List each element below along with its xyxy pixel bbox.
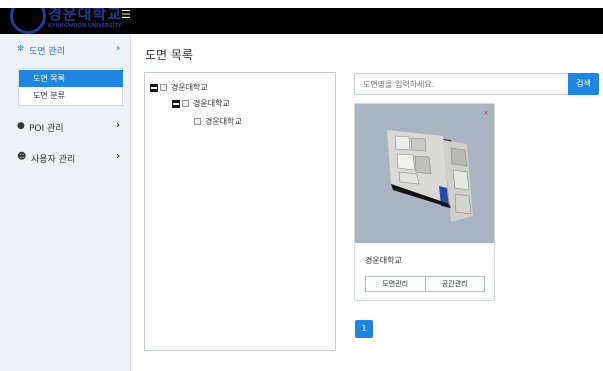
search-button[interactable]: 검색	[568, 73, 599, 95]
tree-node[interactable]: 경운대학교	[150, 82, 208, 93]
close-icon[interactable]: ×	[483, 109, 489, 117]
drawing-tree-panel: 경운대학교 경운대학교 경운대학교	[144, 72, 336, 351]
users-icon: ☻	[17, 152, 27, 162]
tree-checkbox[interactable]	[182, 100, 189, 107]
sidebar-item-drawing-management[interactable]: ⛯ 도면 관리 ›	[0, 40, 131, 60]
submenu-item-drawing-list[interactable]: 도면 목록	[19, 70, 123, 87]
search-input[interactable]	[355, 74, 568, 94]
chevron-right-icon: ›	[116, 43, 121, 54]
top-bar: 경운대학교 KYUNGWOON UNIVERSITY ☰	[0, 8, 603, 34]
page-title: 도면 목록	[145, 48, 193, 62]
collapse-icon[interactable]	[172, 99, 180, 108]
sidebar-submenu: 도면 목록 도면 분류	[18, 68, 123, 106]
university-logo[interactable]: 경운대학교 KYUNGWOON UNIVERSITY	[8, 8, 126, 34]
sidebar-item-label: 도면 관리	[29, 47, 65, 57]
collapse-icon[interactable]	[150, 83, 158, 92]
hamburger-icon[interactable]: ☰	[121, 8, 131, 21]
drawing-thumbnail[interactable]: ×	[355, 104, 494, 243]
pagination-page-button[interactable]: 1	[355, 320, 373, 338]
submenu-item-drawing-category[interactable]: 도면 분류	[19, 87, 123, 104]
tree-node-label: 경운대학교	[171, 83, 208, 92]
map-pins-icon: ⛯	[17, 44, 25, 54]
tree-checkbox[interactable]	[160, 84, 167, 91]
tree-node-label: 경운대학교	[205, 117, 242, 126]
drawing-card: × 경운대학교 도면관리 공간관리	[354, 103, 495, 301]
sidebar-item-user-management[interactable]: ☻ 사용자 관리 ›	[0, 148, 131, 168]
drawing-manage-button[interactable]: 도면관리	[365, 276, 426, 292]
logo-name: 경운대학교	[48, 8, 123, 23]
tree-node-label: 경운대학교	[193, 99, 230, 108]
chevron-right-icon: ›	[116, 151, 121, 162]
sidebar: ⛯ 도면 관리 › 도면 목록 도면 분류 ● POI 관리 › ☻ 사용자 관…	[0, 34, 131, 371]
card-title: 경운대학교	[365, 256, 402, 265]
university-seal-icon	[10, 8, 46, 34]
tree-node[interactable]: 경운대학교	[172, 98, 230, 109]
card-button-group: 도면관리 공간관리	[365, 276, 485, 292]
search-field	[354, 73, 568, 95]
floorplan-3d-image	[355, 104, 494, 243]
chevron-right-icon: ›	[116, 120, 121, 131]
space-manage-button[interactable]: 공간관리	[425, 276, 485, 292]
tree-checkbox[interactable]	[194, 118, 201, 125]
sidebar-item-label: 사용자 관리	[31, 155, 76, 165]
tree-node[interactable]: 경운대학교	[194, 116, 242, 127]
logo-subtitle: KYUNGWOON UNIVERSITY	[48, 23, 122, 29]
sidebar-item-poi-management[interactable]: ● POI 관리 ›	[0, 117, 131, 137]
sidebar-item-label: POI 관리	[29, 124, 64, 134]
location-marker-icon: ●	[17, 121, 25, 131]
